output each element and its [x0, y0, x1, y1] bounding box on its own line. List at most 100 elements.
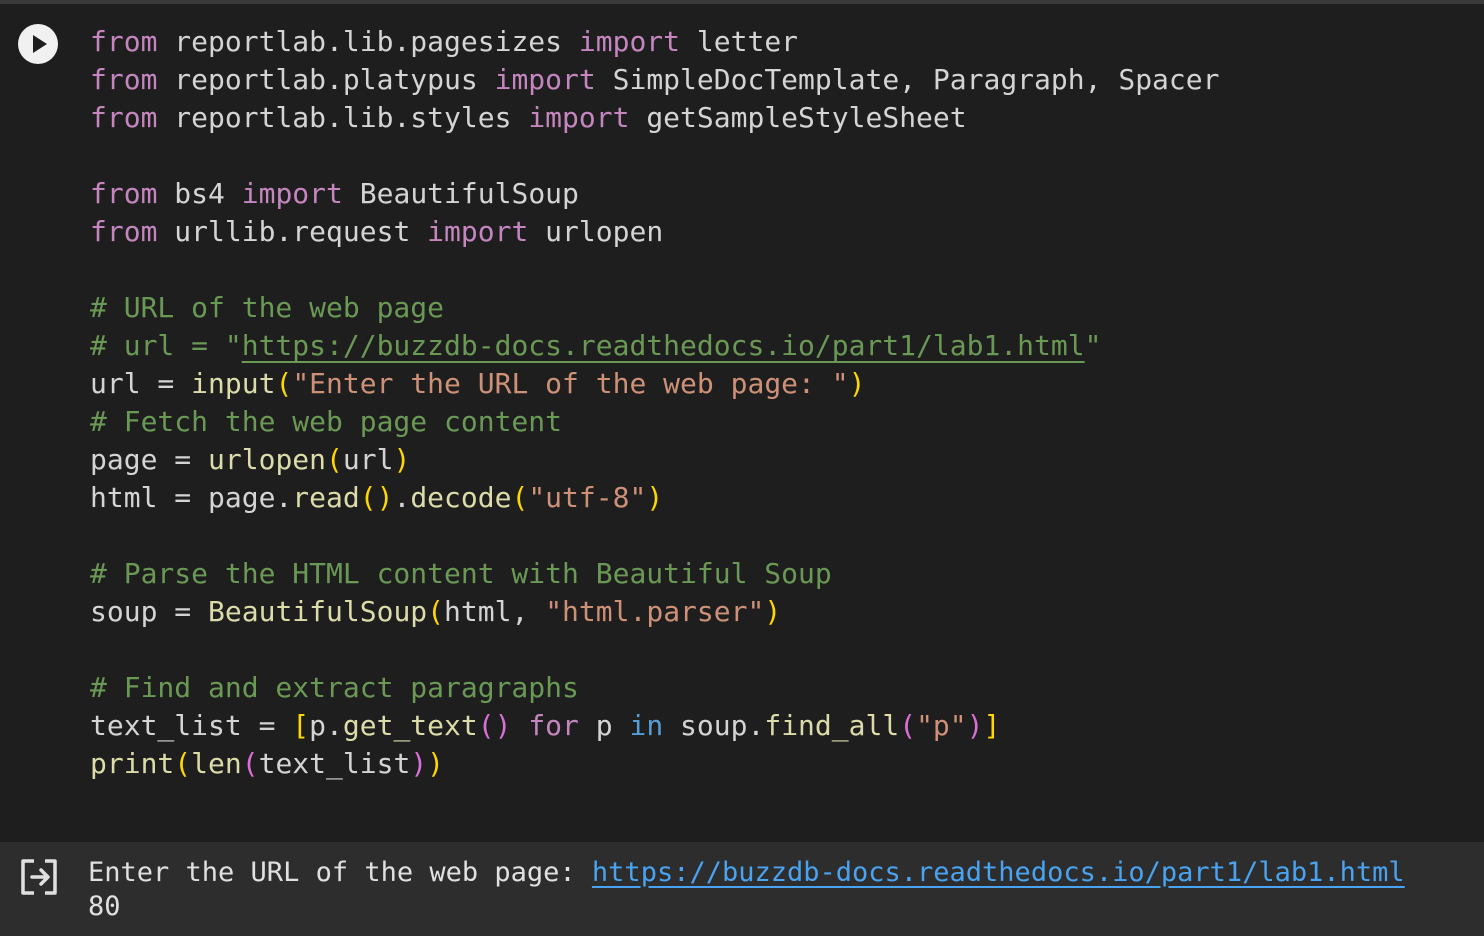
code-line: from reportlab.platypus import SimpleDoc… [90, 61, 1219, 99]
code-token: ) [848, 367, 866, 400]
code-token: ) [966, 709, 984, 742]
code-token: " [1084, 329, 1102, 362]
code-line: from reportlab.lib.pagesizes import lett… [90, 23, 1219, 61]
code-token: "p" [916, 709, 967, 742]
code-token: input [191, 367, 276, 400]
code-line: html = page.read().decode("utf-8") [90, 479, 1219, 517]
code-token: urllib.request [157, 215, 428, 248]
code-token: from [90, 63, 158, 96]
code-token: url [342, 443, 394, 476]
code-line: from reportlab.lib.styles import getSamp… [90, 99, 1219, 137]
code-token: from [90, 25, 158, 58]
code-token: SimpleDocTemplate, Paragraph, Spacer [595, 63, 1220, 96]
code-line: # URL of the web page [90, 289, 1219, 327]
code-token: ) [427, 747, 445, 780]
code-token: ( [241, 747, 259, 780]
code-token: letter [680, 25, 799, 58]
code-token: html = page. [90, 481, 293, 514]
code-token: # url = " [90, 329, 242, 362]
code-line: # Parse the HTML content with Beautiful … [90, 555, 1219, 593]
code-editor[interactable]: from reportlab.lib.pagesizes import lett… [90, 23, 1219, 783]
code-token: p [578, 709, 630, 742]
output-text: Enter the URL of the web page: https://b… [88, 856, 1405, 924]
code-cell: from reportlab.lib.pagesizes import lett… [0, 0, 1484, 936]
code-token: ( [899, 709, 917, 742]
code-token: BeautifulSoup [208, 595, 428, 628]
code-line: page = urlopen(url) [90, 441, 1219, 479]
code-token: reportlab.lib.pagesizes [157, 25, 579, 58]
code-token: ] [983, 709, 1001, 742]
code-token: "utf-8" [528, 481, 647, 514]
run-cell-button[interactable] [18, 24, 58, 64]
code-line: text_list = [p.get_text() for p in soup.… [90, 707, 1219, 745]
code-token: from [90, 215, 158, 248]
code-token: "html.parser" [545, 595, 765, 628]
code-token: getSampleStyleSheet [629, 101, 967, 134]
code-token: text_list = [90, 709, 293, 742]
code-token: import [528, 101, 630, 134]
code-token: ( [511, 481, 529, 514]
code-token: in [629, 709, 664, 742]
code-token: from [90, 177, 158, 210]
code-token: for [528, 709, 579, 742]
code-line: url = input("Enter the URL of the web pa… [90, 365, 1219, 403]
code-token: bs4 [157, 177, 242, 210]
code-token: "Enter the URL of the web page: " [292, 367, 849, 400]
code-token: soup. [663, 709, 765, 742]
code-token: ) [393, 443, 411, 476]
code-token: url = [90, 367, 192, 400]
code-token: text_list [258, 747, 411, 780]
code-token: https://buzzdb-docs.readthedocs.io/part1… [241, 329, 1085, 362]
play-icon [33, 35, 47, 53]
code-token: # Parse the HTML content with Beautiful … [90, 557, 832, 590]
code-token: from [90, 101, 158, 134]
code-token: page = [90, 443, 209, 476]
code-line: from bs4 import BeautifulSoup [90, 175, 1219, 213]
code-token: len [191, 747, 242, 780]
code-line: # Fetch the web page content [90, 403, 1219, 441]
code-token: import [427, 215, 529, 248]
cell-top-border [0, 0, 1484, 4]
code-token: read [292, 481, 360, 514]
code-token: . [393, 481, 411, 514]
code-token: ( [275, 367, 293, 400]
code-token: import [241, 177, 343, 210]
code-token: () [477, 709, 512, 742]
code-token: import [494, 63, 596, 96]
code-token: find_all [764, 709, 900, 742]
code-token: soup = [90, 595, 209, 628]
code-line: # url = "https://buzzdb-docs.readthedocs… [90, 327, 1219, 365]
code-token: BeautifulSoup [342, 177, 579, 210]
output-prompt: Enter the URL of the web page: [88, 857, 592, 888]
output-url-link[interactable]: https://buzzdb-docs.readthedocs.io/part1… [592, 857, 1405, 888]
code-token: ( [174, 747, 192, 780]
code-token: urlopen [208, 443, 327, 476]
output-result: 80 [88, 891, 121, 922]
code-token: urlopen [528, 215, 664, 248]
code-token: # Find and extract paragraphs [90, 671, 579, 704]
code-token: ( [326, 443, 343, 476]
code-token: ) [646, 481, 664, 514]
code-line: # Find and extract paragraphs [90, 669, 1219, 707]
code-token: ) [764, 595, 782, 628]
code-token: decode [410, 481, 512, 514]
code-token: [ [292, 709, 310, 742]
code-token: ) [410, 747, 428, 780]
code-token: import [578, 25, 681, 58]
code-line: from urllib.request import urlopen [90, 213, 1219, 251]
code-token: # Fetch the web page content [90, 405, 563, 438]
code-token: print [90, 747, 175, 780]
code-line: soup = BeautifulSoup(html, "html.parser"… [90, 593, 1219, 631]
code-token: # URL of the web page [90, 291, 445, 324]
code-token: ( [427, 595, 445, 628]
code-token: get_text [342, 709, 478, 742]
code-line: print(len(text_list)) [90, 745, 1219, 783]
code-token: () [359, 481, 394, 514]
output-exit-icon[interactable] [18, 856, 60, 898]
code-token: p. [309, 709, 343, 742]
